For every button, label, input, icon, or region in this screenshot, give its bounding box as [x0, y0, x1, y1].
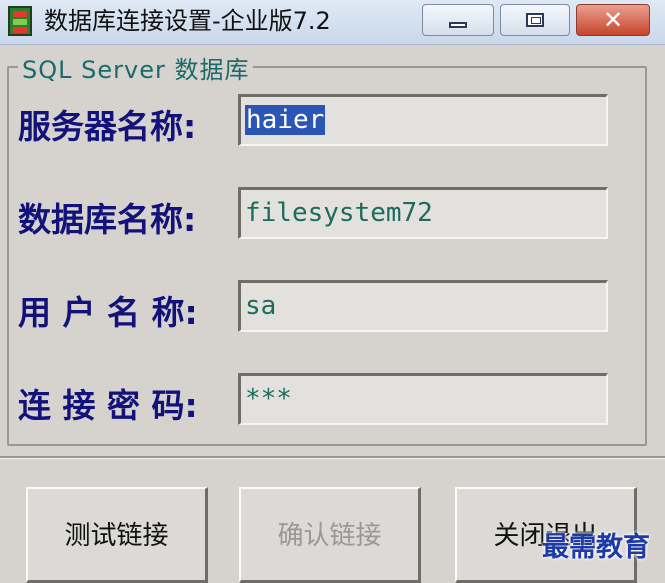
server-name-input[interactable]: haier	[238, 94, 608, 146]
database-name-input[interactable]: filesystem72	[238, 187, 608, 239]
maximize-icon	[526, 13, 544, 27]
window-title: 数据库连接设置-企业版7.2	[44, 7, 331, 35]
username-value: sa	[245, 291, 277, 321]
watermark-logo: 最需教育	[542, 532, 650, 563]
username-label: 用 户 名 称:	[18, 293, 198, 332]
server-name-label: 服务器名称:	[18, 107, 197, 146]
confirm-connection-button[interactable]: 确认链接	[239, 487, 421, 583]
password-value: ***	[245, 384, 292, 414]
password-label: 连 接 密 码:	[18, 386, 198, 425]
groupbox-legend: SQL Server 数据库	[18, 50, 254, 85]
app-icon	[8, 6, 32, 36]
divider	[0, 456, 665, 459]
dialog-window: 数据库连接设置-企业版7.2 ✕ SQL Server 数据库 服务器名称: h…	[0, 0, 665, 583]
maximize-button[interactable]	[500, 4, 570, 36]
username-input[interactable]: sa	[238, 280, 608, 332]
password-input[interactable]: ***	[238, 373, 608, 425]
close-icon: ✕	[602, 6, 624, 34]
minimize-icon	[449, 22, 467, 28]
test-connection-button[interactable]: 测试链接	[26, 487, 208, 583]
database-name-value: filesystem72	[245, 198, 433, 228]
database-name-label: 数据库名称:	[18, 200, 197, 239]
minimize-button[interactable]	[422, 4, 494, 36]
title-bar[interactable]: 数据库连接设置-企业版7.2 ✕	[0, 0, 665, 45]
server-name-value: haier	[245, 105, 326, 135]
close-window-button[interactable]: ✕	[576, 4, 650, 36]
